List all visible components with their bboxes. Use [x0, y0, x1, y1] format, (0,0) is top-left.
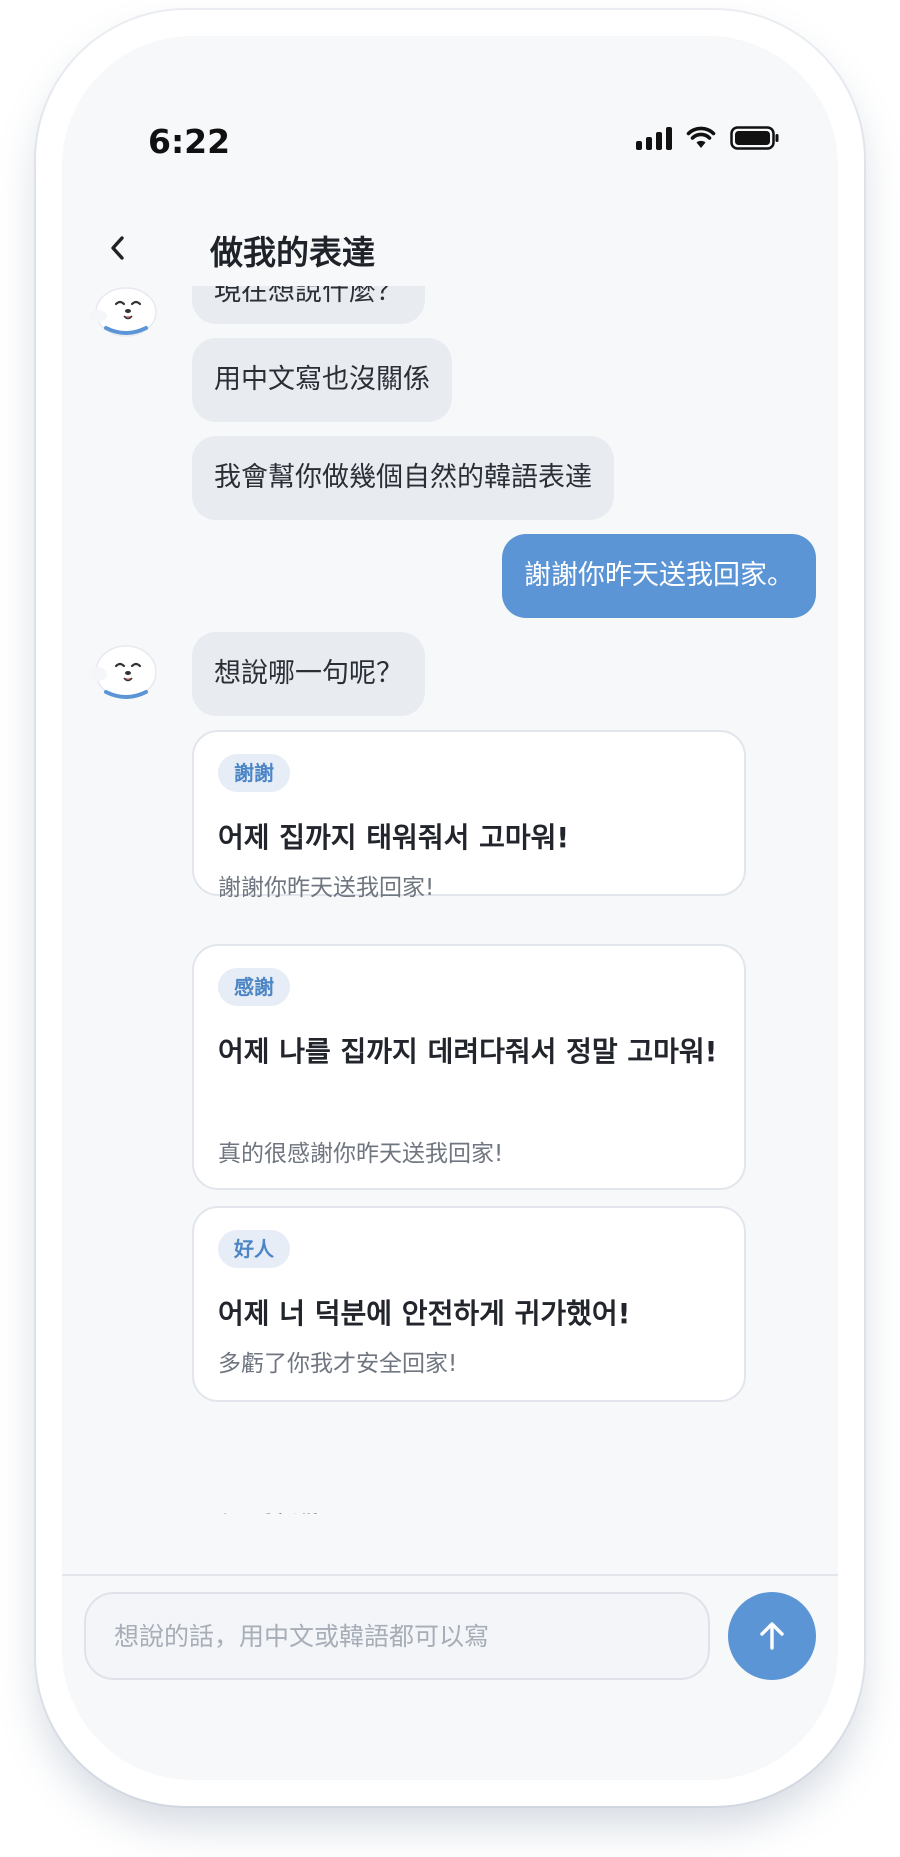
message-input[interactable]: [84, 1592, 710, 1680]
send-button[interactable]: [728, 1592, 816, 1680]
chevron-left-icon: [111, 236, 124, 260]
seal-mascot-avatar: [89, 287, 157, 337]
option-tag: 感謝: [218, 968, 290, 1006]
bot-message: 現在想說什麼？: [192, 286, 425, 324]
bot-message: 我會幫你做幾個自然的韓語表達: [192, 436, 614, 520]
option-korean: 어제 너 덕분에 안전하게 귀가했어!: [218, 1297, 631, 1330]
option-tag: 好人: [218, 1230, 290, 1268]
redo-button[interactable]: 重新做: [210, 1506, 322, 1514]
status-time: 6:22: [148, 122, 231, 161]
bot-message: 用中文寫也沒關係: [192, 338, 452, 422]
battery-icon: [730, 126, 779, 150]
page-title: 做我的表達: [210, 233, 375, 272]
redo-label: 重新做: [250, 1506, 322, 1514]
chat-thread[interactable]: 現在想說什麼？ 用中文寫也沒關係 我會幫你做幾個自然的韓語表達 謝謝你昨天送我回…: [62, 286, 838, 1514]
option-korean: 어제 집까지 태워줘서 고마워!: [218, 821, 570, 854]
expression-option-card[interactable]: 謝謝 어제 집까지 태워줘서 고마워! 謝謝你昨天送我回家!: [192, 730, 746, 901]
option-chinese: 多虧了你我才安全回家!: [218, 1351, 458, 1377]
phone-frame: 6:22 做我的表達 現在想說什麼？ 用中文寫也沒關係 我會幫你做幾個自然的韓語…: [36, 10, 864, 1806]
bot-message: 想說哪一句呢？: [192, 632, 425, 716]
seal-mascot-avatar: [89, 645, 157, 699]
expression-option-card[interactable]: 感謝 어제 나를 집까지 데려다줘서 정말 고마워! 真的很感謝你昨天送我回家!: [192, 944, 746, 1190]
composer-divider: [62, 1574, 838, 1576]
expression-option-card[interactable]: 好人 어제 너 덕분에 안전하게 귀가했어! 多虧了你我才安全回家!: [192, 1206, 746, 1402]
screen: 6:22 做我的表達 現在想說什麼？ 用中文寫也沒關係 我會幫你做幾個自然的韓語…: [62, 36, 838, 1780]
option-chinese: 真的很感謝你昨天送我回家!: [218, 1141, 504, 1167]
option-chinese: 謝謝你昨天送我回家!: [218, 875, 435, 901]
wifi-icon: [686, 126, 716, 148]
refresh-icon: [222, 1513, 229, 1514]
status-icons: [636, 126, 780, 150]
cellular-signal-icon: [636, 126, 672, 150]
option-korean: 어제 나를 집까지 데려다줘서 정말 고마워!: [218, 1035, 718, 1068]
arrow-up-icon: [760, 1622, 784, 1650]
option-tag: 謝謝: [218, 754, 290, 792]
back-button[interactable]: [96, 226, 140, 270]
user-message: 謝謝你昨天送我回家。: [502, 534, 816, 618]
